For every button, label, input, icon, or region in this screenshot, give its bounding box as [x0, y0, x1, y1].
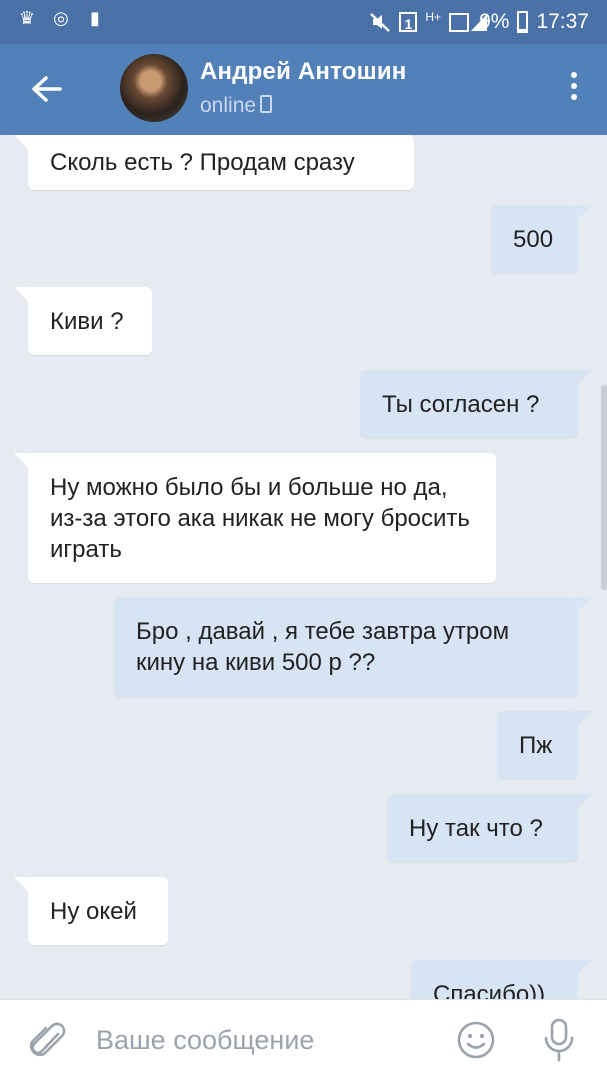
notification-icon: ▮ — [90, 8, 100, 29]
message-outgoing[interactable]: 500 — [491, 205, 592, 273]
battery-percent: 9% — [479, 10, 510, 33]
status-bar: ♛ ◎ ▮ 1 H+ 9% 17:37 — [0, 0, 607, 44]
message-outgoing[interactable]: Ну так что ? — [387, 794, 592, 862]
message-outgoing[interactable]: Ты согласен ? — [360, 370, 592, 438]
clock: 17:37 — [536, 10, 589, 33]
composer-bar — [0, 999, 607, 1081]
phone-icon — [260, 95, 273, 113]
signal-icon — [449, 11, 488, 33]
message-incoming[interactable]: Киви ? — [14, 287, 152, 355]
battery-icon — [517, 11, 529, 33]
mic-icon[interactable] — [541, 1018, 577, 1062]
message-outgoing[interactable]: Бро , давай , я тебе завтра утром кину н… — [114, 597, 592, 697]
back-arrow-icon[interactable] — [22, 66, 70, 114]
more-vert-icon[interactable] — [569, 72, 579, 108]
message-incoming[interactable]: Сколь есть ? Продам сразу — [14, 135, 414, 190]
contact-name[interactable]: Андрей Антошин — [200, 58, 406, 86]
message-incoming[interactable]: Ну окей — [14, 877, 168, 945]
chat-header: Андрей Антошин online — [0, 44, 607, 135]
scrollbar[interactable] — [601, 385, 607, 590]
online-status: online — [200, 94, 257, 117]
sim-icon: 1 — [399, 12, 418, 32]
message-outgoing[interactable]: Спасибо)) — [411, 960, 592, 999]
shazam-icon: ◎ — [53, 8, 69, 29]
message-incoming[interactable]: Ну можно было бы и больше но да, из-за э… — [14, 453, 496, 583]
crown-icon: ♛ — [18, 8, 36, 29]
mute-icon — [369, 11, 391, 33]
network-type: H+ — [425, 10, 442, 24]
emoji-icon[interactable] — [456, 1020, 496, 1060]
avatar[interactable] — [120, 54, 188, 122]
contact-status: online — [200, 94, 273, 118]
paperclip-icon[interactable] — [28, 1020, 68, 1062]
message-input[interactable] — [96, 1018, 426, 1062]
message-outgoing[interactable]: Пж — [497, 711, 592, 779]
message-list[interactable]: Сколь есть ? Продам сразу 500 Киви ? Ты … — [0, 135, 607, 999]
